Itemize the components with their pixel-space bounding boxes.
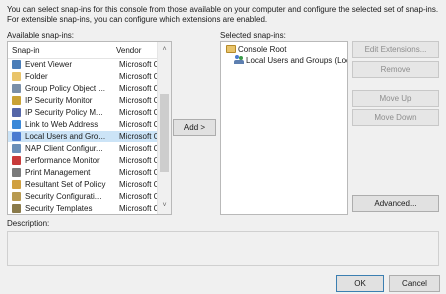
snapin-row[interactable]: Folder Microsoft Cor... [8, 71, 159, 82]
available-snapins-list[interactable]: Snap-in Vendor Event Viewer Microsoft Cor… [7, 41, 172, 215]
snapin-vendor: Microsoft Cor... [119, 60, 159, 69]
snapin-row[interactable]: Security Templates Microsoft Cor... [8, 203, 159, 214]
selected-snapins-tree[interactable]: Console Root Local Users and Groups (Loc… [220, 41, 348, 215]
snapin-name: Event Viewer [25, 60, 72, 69]
snapin-vendor: Microsoft Cor... [119, 168, 159, 177]
group-policy-icon [12, 84, 21, 93]
scroll-down-icon[interactable]: ˅ [158, 200, 171, 212]
folder-icon [12, 72, 21, 81]
snapin-vendor: Microsoft Cor... [119, 180, 159, 189]
snapin-row[interactable]: IP Security Policy M... Microsoft Cor... [8, 107, 159, 118]
list-column-header: Snap-in Vendor [8, 42, 171, 59]
ip-security-policy-icon [12, 108, 21, 117]
snapin-row[interactable]: Group Policy Object ... Microsoft Cor... [8, 83, 159, 94]
snapin-vendor: Microsoft Cor... [119, 96, 159, 105]
description-label: Description: [7, 219, 50, 228]
snapin-name: Print Management [25, 168, 91, 177]
snapin-name: Security Configurati... [25, 192, 102, 201]
snapin-name: IP Security Monitor [25, 96, 93, 105]
snapin-name: Security Templates [25, 204, 93, 213]
local-users-icon [234, 55, 244, 64]
snapin-row[interactable]: Local Users and Gro... Microsoft Cor... [8, 131, 159, 142]
cancel-button[interactable]: Cancel [389, 275, 440, 292]
web-link-icon [12, 120, 21, 129]
edit-extensions-button[interactable]: Edit Extensions... [352, 41, 439, 58]
remove-button[interactable]: Remove [352, 61, 439, 78]
selected-snapins-label: Selected snap-ins: [220, 31, 286, 40]
rsop-icon [12, 180, 21, 189]
snapin-vendor: Microsoft Cor... [119, 72, 159, 81]
security-config-icon [12, 192, 21, 201]
available-snapins-label: Available snap-ins: [7, 31, 75, 40]
snapin-row[interactable]: Resultant Set of Policy Microsoft Cor... [8, 179, 159, 190]
ok-button[interactable]: OK [336, 275, 384, 292]
snapin-name: Group Policy Object ... [25, 84, 106, 93]
scroll-thumb[interactable] [160, 94, 169, 172]
snapin-vendor: Microsoft Cor... [119, 132, 159, 141]
snapin-name: Resultant Set of Policy [25, 180, 106, 189]
snapin-row[interactable]: Print Management Microsoft Cor... [8, 167, 159, 178]
snapin-name: Folder [25, 72, 48, 81]
scroll-up-icon[interactable]: ˄ [158, 44, 171, 56]
tree-item-console-root[interactable]: Console Root [238, 44, 286, 55]
ip-security-monitor-icon [12, 96, 21, 105]
add-button[interactable]: Add > [173, 119, 216, 136]
column-vendor-header[interactable]: Vendor [116, 46, 141, 55]
snapin-row[interactable]: IP Security Monitor Microsoft Cor... [8, 95, 159, 106]
snapin-vendor: Microsoft Cor... [119, 108, 159, 117]
snapin-row[interactable]: NAP Client Configur... Microsoft Cor... [8, 143, 159, 154]
snapin-vendor: Microsoft Cor... [119, 144, 159, 153]
folder-icon [226, 45, 236, 53]
column-snapin-header[interactable]: Snap-in [12, 46, 40, 55]
snapin-vendor: Microsoft Cor... [119, 120, 159, 129]
snapin-vendor: Microsoft Cor... [119, 84, 159, 93]
snapin-row[interactable]: Event Viewer Microsoft Cor... [8, 59, 159, 70]
performance-monitor-icon [12, 156, 21, 165]
description-box [7, 231, 439, 266]
snapin-name: Link to Web Address [25, 120, 99, 129]
local-users-icon [12, 132, 21, 141]
snapin-name: Local Users and Gro... [25, 132, 106, 141]
event-viewer-icon [12, 60, 21, 69]
printer-icon [12, 168, 21, 177]
tree-item-local-users[interactable]: Local Users and Groups (Local) [246, 55, 347, 66]
snapin-row[interactable]: Security Configurati... Microsoft Cor... [8, 191, 159, 202]
advanced-button[interactable]: Advanced... [352, 195, 439, 212]
snapin-row[interactable]: Link to Web Address Microsoft Cor... [8, 119, 159, 130]
move-down-button[interactable]: Move Down [352, 109, 439, 126]
snapin-vendor: Microsoft Cor... [119, 192, 159, 201]
vertical-scrollbar[interactable]: ˄ ˅ [157, 42, 171, 214]
nap-client-icon [12, 144, 21, 153]
snapin-row[interactable]: Performance Monitor Microsoft Cor... [8, 155, 159, 166]
intro-text: You can select snap-ins for this console… [7, 5, 439, 24]
snapin-name: IP Security Policy M... [25, 108, 103, 117]
move-up-button[interactable]: Move Up [352, 90, 439, 107]
snapin-name: NAP Client Configur... [25, 144, 103, 153]
snapin-vendor: Microsoft Cor... [119, 204, 159, 213]
snapin-vendor: Microsoft Cor... [119, 156, 159, 165]
snapin-name: Performance Monitor [25, 156, 100, 165]
security-templates-icon [12, 204, 21, 213]
